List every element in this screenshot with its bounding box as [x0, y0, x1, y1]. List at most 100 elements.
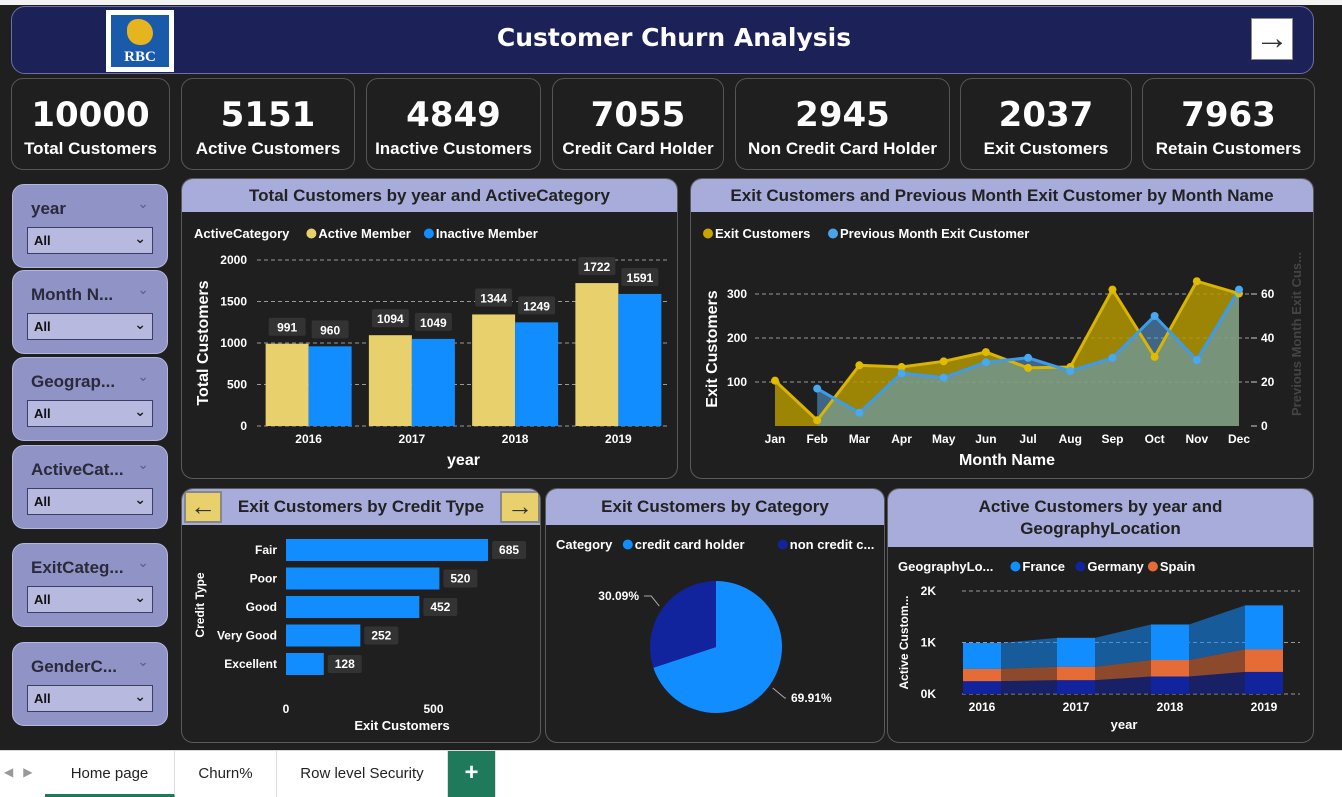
- slicer-value: All: [34, 494, 51, 509]
- stacked-bar-segment: [963, 643, 1001, 669]
- x-tick-label: Nov: [1185, 432, 1208, 446]
- prev-month-exit-point: [1024, 353, 1033, 362]
- previous-arrow-icon[interactable]: ←: [184, 491, 222, 523]
- y2-tick-label: 60: [1261, 287, 1275, 301]
- x-tick-label: 2017: [1063, 700, 1090, 714]
- legend-marker: [622, 539, 633, 550]
- tab-churn[interactable]: Churn%: [175, 751, 277, 797]
- x-tick-label: Sep: [1101, 432, 1123, 446]
- data-label: 520: [450, 572, 470, 586]
- stacked-bar-segment: [1151, 624, 1189, 661]
- exit-customers-point: [1108, 285, 1117, 294]
- y-tick-label: 1K: [921, 636, 937, 650]
- stacked-bar-segment: [1151, 660, 1189, 677]
- chevron-down-icon: ⌄: [134, 403, 146, 419]
- legend-item: Active Member: [318, 226, 410, 241]
- slicer-title: Month N...: [31, 285, 114, 304]
- slicer-dropdown[interactable]: All ⌄: [27, 227, 153, 254]
- prev-month-exit-point: [813, 384, 822, 393]
- bar: [308, 346, 352, 426]
- add-page-button[interactable]: +: [448, 751, 496, 797]
- legend-title: Category: [556, 537, 613, 552]
- kpi-inactive-customers: 4849 Inactive Customers: [366, 78, 541, 170]
- exit-customers-point: [1192, 277, 1201, 286]
- exit-customers-point: [1024, 363, 1033, 372]
- slicer-month-name[interactable]: Month N... ⌄ All ⌄: [12, 270, 168, 354]
- bar: [411, 338, 455, 426]
- stacked-bar-segment: [963, 668, 1001, 682]
- slicer-gender[interactable]: GenderC... ⌄ All ⌄: [12, 642, 168, 726]
- chevron-down-icon: ⌄: [134, 688, 146, 704]
- y-tick-label: Poor: [250, 572, 278, 586]
- stacked-bar-segment: [1245, 605, 1283, 650]
- kpi-credit-card-holder: 7055 Credit Card Holder: [552, 78, 724, 170]
- slicer-year[interactable]: year ⌄ All ⌄: [12, 184, 168, 268]
- slicer-dropdown[interactable]: All ⌄: [27, 586, 153, 613]
- tab-home-page[interactable]: Home page: [45, 751, 175, 797]
- kpi-total-customers: 10000 Total Customers: [11, 78, 170, 170]
- slicer-dropdown[interactable]: All ⌄: [27, 400, 153, 427]
- x-tick-label: Aug: [1059, 432, 1082, 446]
- next-page-arrow-icon[interactable]: →: [1251, 18, 1293, 60]
- slicer-exit-category[interactable]: ExitCateg... ⌄ All ⌄: [12, 543, 168, 627]
- bar: [265, 343, 309, 426]
- panel-title-line2: GeographyLocation: [1020, 519, 1181, 538]
- exit-customers-point: [855, 361, 864, 370]
- slicer-title: year: [31, 199, 66, 218]
- slicer-title: GenderC...: [31, 657, 117, 676]
- x-axis-title: year: [1111, 717, 1138, 732]
- data-label: 1249: [523, 299, 550, 313]
- slicer-value: All: [34, 592, 51, 607]
- chevron-down-icon[interactable]: ⌄: [137, 653, 149, 670]
- kpi-label: Exit Customers: [983, 139, 1109, 158]
- legend-item: Germany: [1087, 559, 1144, 574]
- panel-title: Exit Customers by Credit Type: [182, 489, 540, 525]
- chevron-down-icon[interactable]: ⌄: [137, 456, 149, 473]
- slicer-title: ExitCateg...: [31, 558, 124, 577]
- legend-marker: [777, 539, 788, 550]
- prev-month-exit-point: [1235, 285, 1243, 294]
- slicer-active-category[interactable]: ActiveCat... ⌄ All ⌄: [12, 445, 168, 529]
- chevron-down-icon[interactable]: ⌄: [137, 368, 149, 385]
- slicer-dropdown[interactable]: All ⌄: [27, 313, 153, 340]
- slicer-geography[interactable]: Geograp... ⌄ All ⌄: [12, 357, 168, 441]
- chevron-down-icon[interactable]: ⌄: [137, 281, 149, 298]
- legend-marker: [703, 228, 713, 239]
- chevron-down-icon[interactable]: ⌄: [137, 195, 149, 212]
- bar: [286, 653, 324, 675]
- tab-row-level-security[interactable]: Row level Security: [277, 751, 448, 797]
- data-label: 1722: [584, 260, 611, 274]
- data-label: 128: [335, 657, 355, 671]
- next-arrow-icon[interactable]: →: [500, 491, 540, 523]
- tab-scroll-arrows-icon[interactable]: ◀▶: [4, 765, 42, 779]
- y-tick-label: 1500: [220, 295, 247, 309]
- data-label: 1591: [627, 271, 654, 285]
- chart-exit-by-credit-type: Fair 685 Poor 520 Good 452 Very Good 252 Excelle…: [193, 539, 527, 733]
- exit-customers-point: [981, 348, 990, 357]
- stacked-bar-segment: [1057, 637, 1095, 667]
- kpi-active-customers: 5151 Active Customers: [181, 78, 355, 170]
- slicer-value: All: [34, 406, 51, 421]
- bar: [515, 322, 559, 426]
- y2-tick-label: 20: [1261, 375, 1275, 389]
- chevron-down-icon: ⌄: [134, 230, 146, 246]
- y-tick-label: 500: [227, 378, 247, 392]
- page-title: Customer Churn Analysis: [496, 23, 852, 52]
- bar: [286, 624, 361, 647]
- slicer-dropdown[interactable]: All ⌄: [27, 488, 153, 515]
- data-label: 69.91%: [791, 691, 832, 705]
- panel-title-line1: Active Customers by year and: [978, 497, 1223, 516]
- y-tick-label: 100: [727, 375, 747, 389]
- legend-marker: [1075, 561, 1086, 572]
- x-axis-title: Month Name: [959, 452, 1055, 469]
- x-tick-label: 0: [283, 702, 290, 716]
- y-axis-title: Total Customers: [195, 280, 212, 405]
- data-label: 452: [430, 600, 450, 614]
- y-tick-label: 0: [240, 419, 247, 433]
- logo-text: RBC: [124, 49, 156, 65]
- chevron-down-icon[interactable]: ⌄: [137, 554, 149, 571]
- legend-marker: [828, 228, 838, 239]
- kpi-label: Inactive Customers: [375, 139, 532, 158]
- prev-month-exit-point: [1192, 356, 1201, 364]
- slicer-dropdown[interactable]: All ⌄: [27, 685, 153, 712]
